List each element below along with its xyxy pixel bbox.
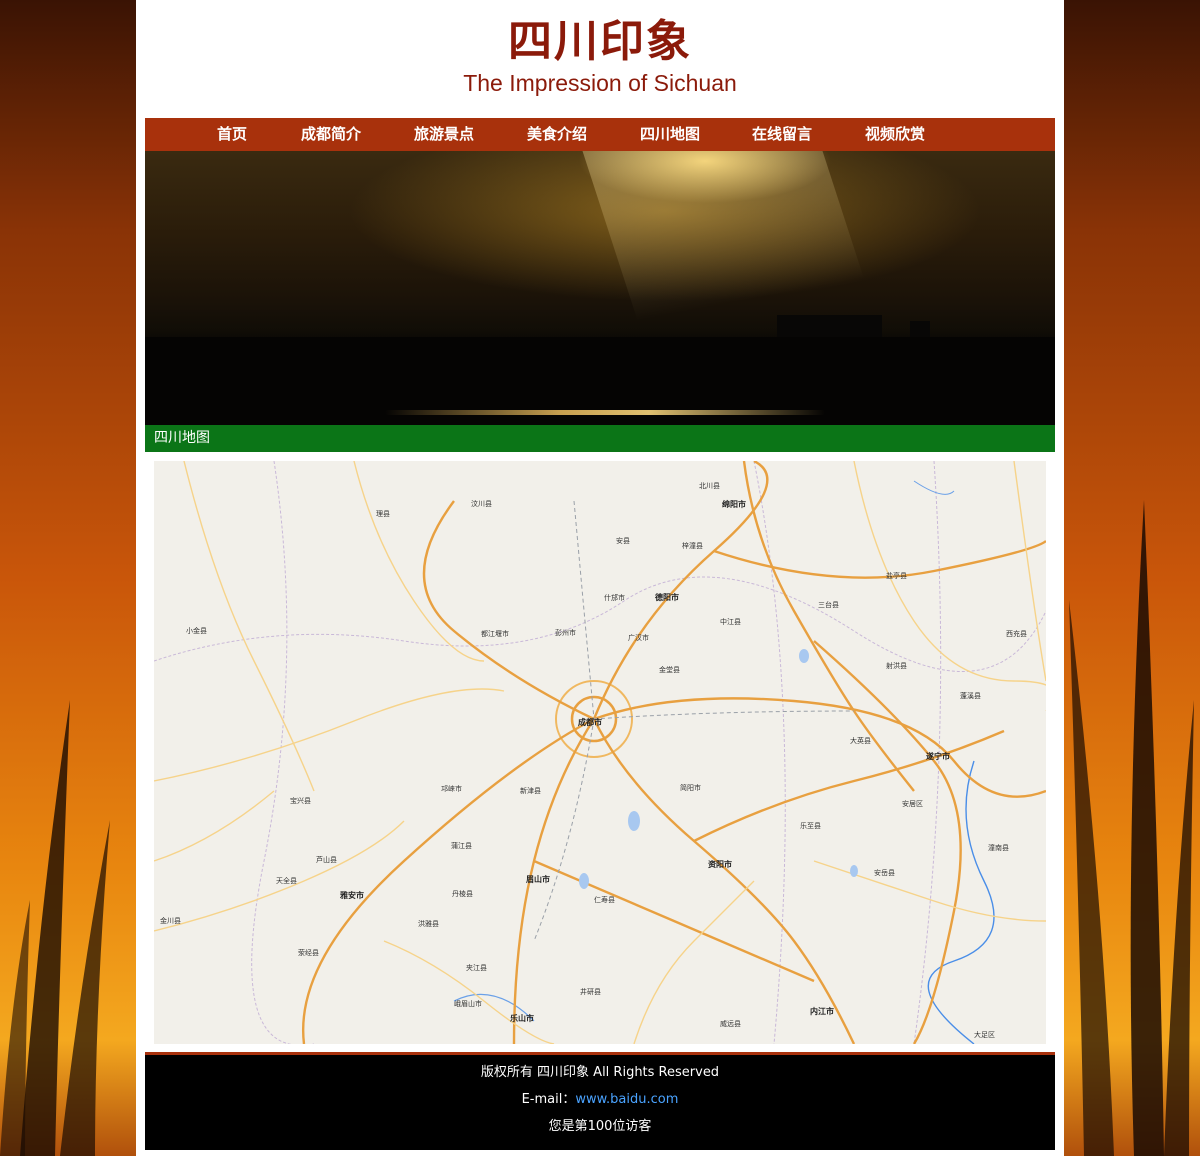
section-title-bar: 四川地图 xyxy=(145,425,1055,452)
map-label: 雅安市 xyxy=(340,891,364,900)
map-label: 成都市 xyxy=(578,718,602,727)
map-label: 资阳市 xyxy=(708,860,732,869)
map-label: 峨眉山市 xyxy=(454,1000,482,1008)
nav-item-messages[interactable]: 在线留言 xyxy=(752,118,812,151)
map-label: 理县 xyxy=(376,510,390,518)
footer-copyright: 版权所有 四川印象 All Rights Reserved xyxy=(480,1065,720,1080)
map-label: 蒲江县 xyxy=(451,842,472,850)
site-header: 四川印象 The Impression of Sichuan xyxy=(136,0,1064,118)
map-roads xyxy=(154,461,1046,1044)
footer-email-line: E-mail：www.baidu.com xyxy=(145,1086,1055,1113)
map-label: 芦山县 xyxy=(316,856,337,864)
map-label: 梓潼县 xyxy=(682,542,703,550)
footer-email-label: E-mail： xyxy=(521,1092,576,1107)
map-label: 天全县 xyxy=(276,877,297,885)
map-label: 盐亭县 xyxy=(886,572,907,580)
map-label: 小金县 xyxy=(186,627,207,635)
map-label: 丹棱县 xyxy=(452,890,473,898)
map-label: 井研县 xyxy=(580,988,601,996)
site-subtitle: The Impression of Sichuan xyxy=(463,70,737,96)
map-label: 中江县 xyxy=(720,618,741,626)
map-label: 射洪县 xyxy=(886,662,907,670)
map-label: 什邡市 xyxy=(604,594,625,602)
map-label: 蓬溪县 xyxy=(960,692,981,700)
map-label: 威远县 xyxy=(720,1020,741,1028)
map-label: 安县 xyxy=(616,537,630,545)
map-label: 金川县 xyxy=(160,917,181,925)
map-label: 仁寿县 xyxy=(594,896,615,904)
banner-image xyxy=(145,151,1055,425)
map-label: 洪雅县 xyxy=(418,920,439,928)
map-label: 荥经县 xyxy=(298,949,319,957)
main-nav: 首页 成都简介 旅游景点 美食介绍 四川地图 在线留言 视频欣赏 xyxy=(145,118,1055,151)
map-label: 西充县 xyxy=(1006,630,1027,638)
section-title: 四川地图 xyxy=(154,430,210,446)
map-label: 夹江县 xyxy=(466,964,487,972)
nav-item-food[interactable]: 美食介绍 xyxy=(527,118,587,151)
map-label: 广汉市 xyxy=(628,634,649,642)
map-label: 新津县 xyxy=(520,787,541,795)
map-label: 眉山市 xyxy=(526,875,550,884)
banner-river-reflection xyxy=(385,410,825,415)
map-label: 遂宁市 xyxy=(926,752,950,761)
page-container: 四川印象 The Impression of Sichuan 首页 成都简介 旅… xyxy=(136,0,1064,1156)
map-label: 潼南县 xyxy=(988,844,1009,852)
map-label: 金堂县 xyxy=(659,666,680,674)
map-label: 安岳县 xyxy=(874,869,895,877)
map-label: 汶川县 xyxy=(471,500,492,508)
grass-silhouette-right xyxy=(1069,500,1194,1156)
background-left xyxy=(0,0,136,1156)
map-label: 三台县 xyxy=(818,601,839,609)
nav-item-chengdu-intro[interactable]: 成都简介 xyxy=(301,118,361,151)
map-label: 德阳市 xyxy=(655,593,679,602)
map-label: 北川县 xyxy=(699,482,720,490)
map-label: 乐至县 xyxy=(800,822,821,830)
nav-item-attractions[interactable]: 旅游景点 xyxy=(414,118,474,151)
map-label: 安居区 xyxy=(902,800,923,808)
site-title: 四川印象 xyxy=(508,16,692,67)
map-label: 绵阳市 xyxy=(722,500,746,509)
map-label: 宝兴县 xyxy=(290,797,311,805)
map-label: 乐山市 xyxy=(510,1014,534,1023)
map-label: 内江市 xyxy=(810,1007,834,1016)
map-label: 彭州市 xyxy=(555,629,576,637)
background-right xyxy=(1064,0,1200,1156)
footer-visitor-count: 您是第100位访客 xyxy=(548,1119,652,1134)
map-label: 大英县 xyxy=(850,737,871,745)
footer-email-link[interactable]: www.baidu.com xyxy=(575,1092,678,1107)
sichuan-map[interactable]: 成都市 德阳市 绵阳市 遂宁市 资阳市 乐山市 眉山市 雅安市 内江市 安岳县 … xyxy=(154,461,1046,1044)
nav-item-videos[interactable]: 视频欣赏 xyxy=(865,118,925,151)
nav-item-sichuan-map[interactable]: 四川地图 xyxy=(640,118,700,151)
grass-silhouette-left xyxy=(0,700,110,1156)
map-label: 简阳市 xyxy=(680,784,701,792)
site-footer: 版权所有 四川印象 All Rights Reserved E-mail：www… xyxy=(145,1052,1055,1150)
map-label: 邛崃市 xyxy=(441,785,462,793)
map-label: 大足区 xyxy=(974,1031,995,1039)
map-label: 都江堰市 xyxy=(481,630,509,638)
nav-item-home[interactable]: 首页 xyxy=(217,118,247,151)
